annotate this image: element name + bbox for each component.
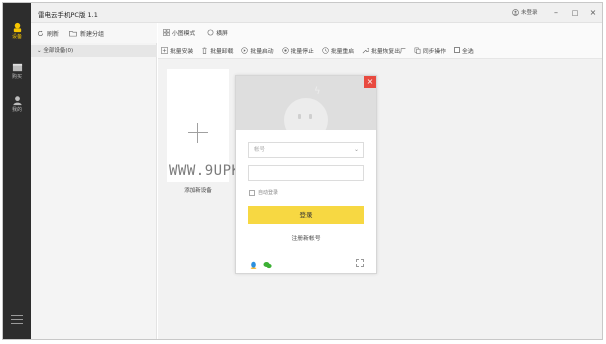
folder-icon bbox=[69, 30, 77, 36]
qq-icon[interactable] bbox=[250, 261, 257, 269]
password-field[interactable] bbox=[248, 165, 364, 181]
landscape-toggle[interactable]: 横屏 bbox=[207, 28, 228, 37]
view-toolbar: 小图模式 横屏 bbox=[158, 23, 602, 42]
nav-item-label: 我的 bbox=[11, 107, 22, 113]
dialog-header: ϟ × bbox=[236, 76, 376, 130]
batch-reset-button[interactable]: 批量恢复出厂 bbox=[362, 46, 406, 55]
batch-uninstall-button[interactable]: 批量卸载 bbox=[201, 46, 233, 55]
device-list-toolbar: 刷新 新建分组 bbox=[31, 23, 157, 43]
user-status-label: 未登录 bbox=[521, 10, 538, 16]
batch-start-button[interactable]: 批量启动 bbox=[241, 46, 274, 55]
plus-icon bbox=[188, 123, 208, 143]
dialog-close-button[interactable]: × bbox=[364, 76, 376, 88]
left-nav: 设备 购买 我的 bbox=[3, 3, 31, 339]
batch-restart-label: 批量重启 bbox=[330, 48, 355, 55]
login-dialog: ϟ × 帐号 ⌄ 自动登录 登录 注册新帐号 bbox=[235, 75, 377, 274]
maximize-button[interactable]: □ bbox=[569, 7, 581, 19]
sync-icon bbox=[414, 47, 421, 54]
batch-stop-label: 批量停止 bbox=[290, 48, 314, 55]
add-device-label: 添加新设备 bbox=[184, 188, 212, 194]
install-icon bbox=[161, 46, 168, 54]
nav-item-profile[interactable]: 我的 bbox=[3, 92, 31, 120]
device-icon bbox=[13, 22, 21, 33]
group-all-devices[interactable]: ⌄ 全部设备(0) bbox=[31, 45, 157, 57]
play-icon bbox=[241, 46, 249, 54]
login-button[interactable]: 登录 bbox=[248, 206, 364, 224]
small-view-label: 小图模式 bbox=[172, 31, 196, 37]
checkbox-icon bbox=[454, 47, 461, 53]
landscape-label: 横屏 bbox=[216, 31, 228, 37]
sync-ops-button[interactable]: 同步操作 bbox=[414, 46, 446, 55]
app-window: 设备 购买 我的 雷电云手机PC版 1.1 未登录 – □ × 刷新 新建分组 … bbox=[2, 2, 603, 340]
batch-start-label: 批量启动 bbox=[250, 48, 274, 55]
lightning-icon: ϟ bbox=[314, 86, 321, 97]
shop-icon bbox=[12, 63, 22, 72]
login-status[interactable]: 未登录 bbox=[512, 8, 538, 16]
checkbox-icon bbox=[249, 189, 255, 196]
new-group-button[interactable]: 新建分组 bbox=[69, 29, 104, 38]
stop-icon bbox=[281, 46, 289, 54]
account-field[interactable]: 帐号 ⌄ bbox=[248, 142, 364, 158]
trash-icon bbox=[202, 47, 207, 54]
refresh-icon bbox=[37, 30, 44, 36]
qr-code-icon[interactable] bbox=[356, 259, 364, 267]
batch-toolbar: 批量安装 批量卸载 批量启动 批量停止 批量重启 批量恢复出厂 同步操作 全选 bbox=[158, 42, 602, 59]
account-placeholder: 帐号 bbox=[254, 147, 266, 153]
user-status-icon bbox=[512, 8, 519, 16]
nav-item-label: 购买 bbox=[11, 74, 22, 80]
group-label: 全部设备(0) bbox=[43, 48, 74, 54]
minimize-button[interactable]: – bbox=[550, 7, 562, 19]
user-icon bbox=[12, 96, 22, 106]
main-area: 小图模式 横屏 批量安装 批量卸载 批量启动 批量停止 批量重启 批量恢复出厂 … bbox=[158, 23, 602, 339]
close-button[interactable]: × bbox=[587, 7, 599, 19]
nav-item-devices[interactable]: 设备 bbox=[3, 19, 31, 47]
batch-install-button[interactable]: 批量安装 bbox=[161, 46, 193, 55]
select-all-checkbox[interactable]: 全选 bbox=[454, 46, 474, 55]
batch-install-label: 批量安装 bbox=[170, 48, 194, 55]
grid-icon bbox=[163, 29, 170, 36]
social-login bbox=[250, 261, 272, 269]
batch-uninstall-label: 批量卸载 bbox=[210, 48, 234, 55]
mascot-icon bbox=[284, 98, 328, 130]
chevron-down-icon: ⌄ bbox=[37, 48, 42, 54]
refresh-label: 刷新 bbox=[47, 30, 60, 38]
menu-icon[interactable] bbox=[11, 315, 23, 325]
batch-restart-button[interactable]: 批量重启 bbox=[322, 46, 354, 55]
wrench-icon bbox=[362, 47, 370, 53]
select-all-label: 全选 bbox=[462, 48, 474, 55]
sync-ops-label: 同步操作 bbox=[422, 48, 447, 55]
new-group-label: 新建分组 bbox=[80, 30, 105, 38]
device-list-panel: 刷新 新建分组 ⌄ 全部设备(0) bbox=[31, 23, 157, 339]
auto-login-checkbox[interactable]: 自动登录 bbox=[249, 189, 278, 196]
rotate-icon bbox=[207, 29, 214, 36]
refresh-button[interactable]: 刷新 bbox=[37, 29, 59, 38]
restart-icon bbox=[322, 46, 329, 54]
auto-login-label: 自动登录 bbox=[258, 190, 279, 196]
title-bar: 雷电云手机PC版 1.1 未登录 – □ × bbox=[31, 3, 602, 23]
app-title: 雷电云手机PC版 1.1 bbox=[38, 11, 98, 19]
nav-item-label: 设备 bbox=[11, 34, 22, 40]
batch-stop-button[interactable]: 批量停止 bbox=[281, 46, 314, 55]
wechat-icon[interactable] bbox=[263, 261, 272, 269]
chevron-down-icon[interactable]: ⌄ bbox=[354, 143, 359, 157]
nav-item-shop[interactable]: 购买 bbox=[3, 59, 31, 87]
batch-reset-label: 批量恢复出厂 bbox=[371, 48, 406, 55]
small-view-toggle[interactable]: 小图模式 bbox=[163, 28, 195, 37]
register-link[interactable]: 注册新帐号 bbox=[236, 233, 376, 242]
